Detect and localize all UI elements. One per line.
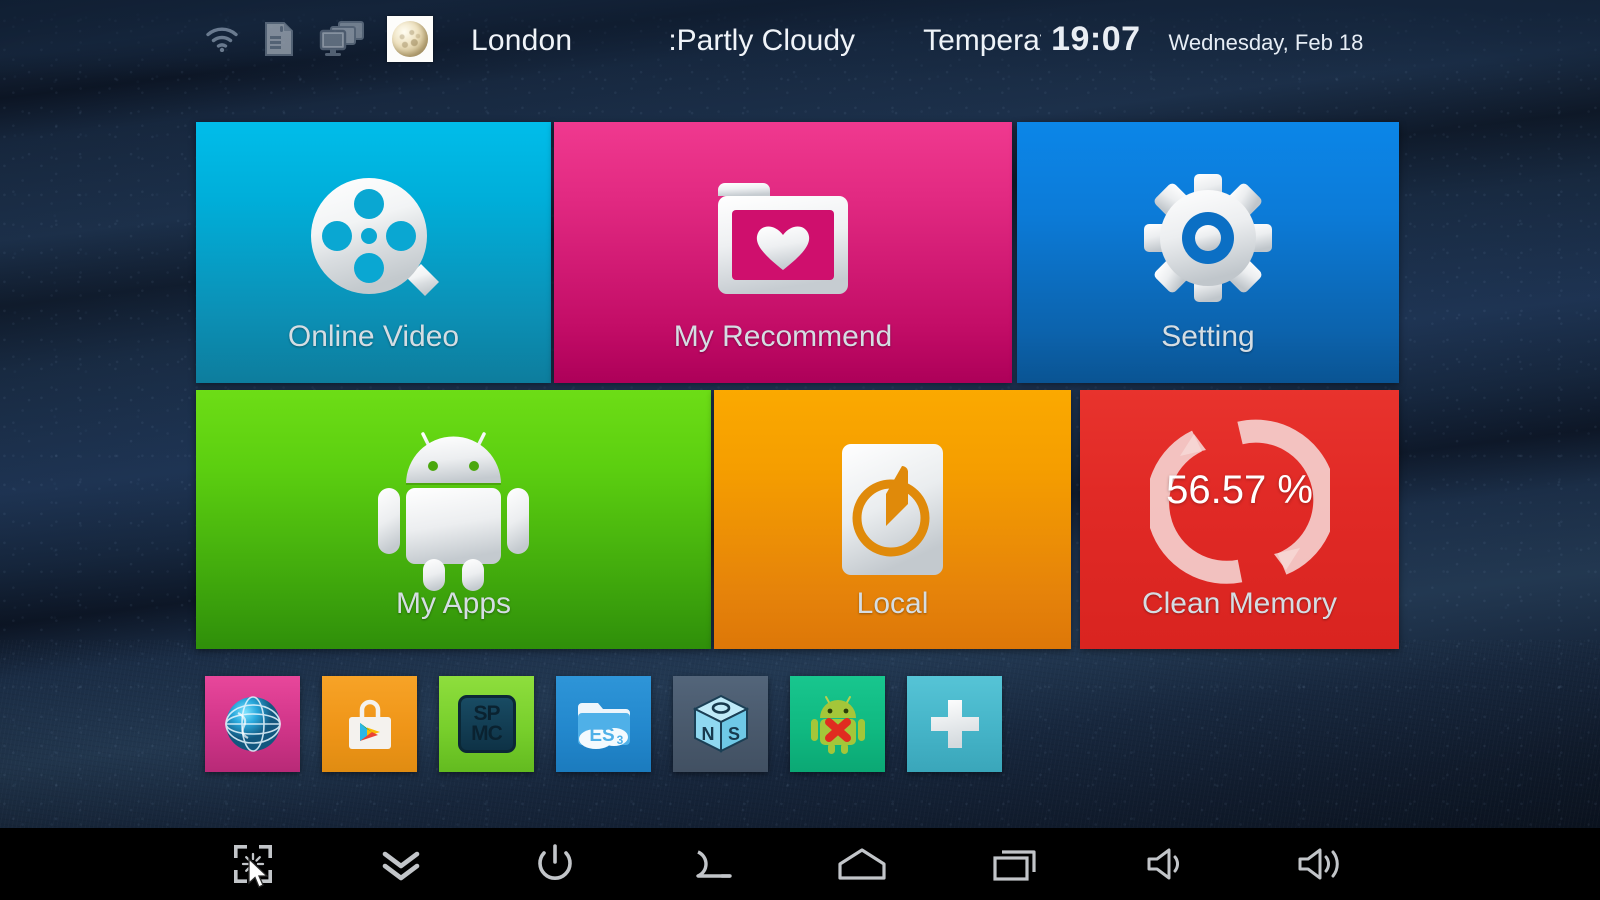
- film-reel-icon: [196, 170, 551, 320]
- tile-my-recommend[interactable]: My Recommend: [554, 122, 1012, 383]
- tile-label: My Apps: [395, 587, 512, 620]
- volume-up-icon[interactable]: [1262, 828, 1382, 900]
- navigation-bar: [0, 828, 1600, 900]
- es-label: ES: [589, 725, 614, 746]
- home-icon[interactable]: [802, 828, 922, 900]
- tile-clean-memory[interactable]: 56.57 % Clean Memory: [1080, 390, 1399, 649]
- volume-down-icon[interactable]: [1108, 828, 1228, 900]
- power-icon[interactable]: [495, 828, 615, 900]
- chevron-double-down-icon[interactable]: [341, 828, 461, 900]
- add-shortcut-icon[interactable]: [907, 676, 1002, 772]
- tile-my-apps[interactable]: My Apps: [196, 390, 711, 649]
- app-uninstaller-icon[interactable]: [790, 676, 885, 772]
- es-file-explorer-icon[interactable]: ES 3: [556, 676, 651, 772]
- memory-percent-value: 56.57 %: [1166, 468, 1313, 512]
- ns-cube-icon[interactable]: N S: [673, 676, 768, 772]
- folder-heart-icon: [554, 172, 1012, 307]
- spmc-line1: SP: [473, 702, 500, 726]
- tile-setting[interactable]: Setting: [1017, 122, 1399, 383]
- es-sub: 3: [616, 733, 623, 747]
- app-dock: SP MC ES 3 N S: [205, 676, 1002, 772]
- disk-drive-icon: [714, 442, 1071, 577]
- tile-online-video[interactable]: Online Video: [196, 122, 551, 383]
- back-arrow-icon[interactable]: [650, 828, 770, 900]
- play-store-icon[interactable]: [322, 676, 417, 772]
- tile-label: Setting: [1161, 320, 1255, 353]
- recent-apps-icon[interactable]: [957, 828, 1077, 900]
- tile-label: Local: [856, 587, 929, 620]
- android-robot-icon: [196, 426, 711, 591]
- spmc-line2: MC: [471, 722, 503, 745]
- gear-icon: [1017, 170, 1399, 306]
- tile-label: Clean Memory: [1141, 587, 1338, 620]
- spmc-icon[interactable]: SP MC: [439, 676, 534, 772]
- tile-label: Online Video: [287, 320, 460, 353]
- screenshot-icon[interactable]: [193, 828, 313, 900]
- tile-label: My Recommend: [673, 320, 893, 353]
- ns-side-letter: S: [727, 724, 739, 744]
- browser-globe-icon[interactable]: [205, 676, 300, 772]
- tile-local[interactable]: Local: [714, 390, 1071, 649]
- ns-front-letter: N: [701, 724, 714, 744]
